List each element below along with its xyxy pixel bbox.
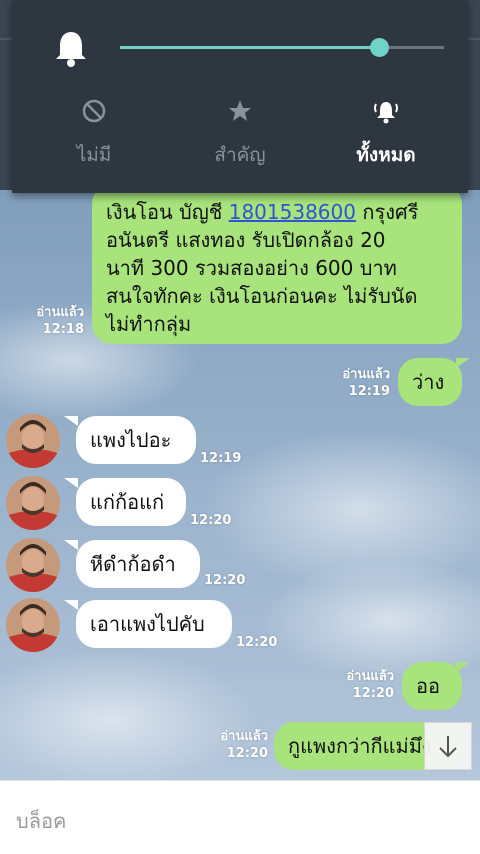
- volume-slider-thumb[interactable]: [370, 38, 390, 57]
- bubble-tail: [64, 540, 78, 550]
- scroll-to-bottom-button[interactable]: [424, 722, 472, 770]
- mode-all-button[interactable]: ทั้งหมด: [316, 98, 456, 170]
- message-meta: อ่านแล้ว 12:19: [326, 366, 390, 400]
- mode-label: สำคัญ: [214, 144, 266, 166]
- message-text: แก่ก้อแก่: [90, 490, 165, 514]
- message-bubble-incoming[interactable]: หีดำก้อดำ: [76, 540, 200, 588]
- message-text: หีดำก้อดำ: [90, 552, 176, 576]
- message-text: ว่าง: [412, 370, 445, 394]
- message-bubble-incoming[interactable]: แก่ก้อแก่: [76, 478, 186, 526]
- read-status: อ่านแล้ว: [220, 729, 268, 744]
- message-text: อนันตรี แสงทอง รับเปิดกล้อง 20: [106, 228, 386, 252]
- avatar[interactable]: [6, 476, 60, 530]
- message-time: 12:19: [200, 451, 242, 466]
- volume-slider-fill: [120, 46, 380, 49]
- message-meta: อ่านแล้ว 12:20: [330, 668, 394, 702]
- message-bubble-incoming[interactable]: เอาแพงไปคับ: [76, 600, 232, 648]
- bubble-tail: [64, 416, 78, 426]
- message-time: 12:20: [204, 573, 246, 588]
- notification-sound-panel: ไม่มี สำคัญ ทั้งหมด: [12, 0, 468, 193]
- message-time: 12:20: [352, 686, 394, 701]
- message-text: เงินโอน บัญชี: [106, 200, 229, 224]
- read-status: อ่านแล้ว: [342, 367, 390, 382]
- message-bubble-incoming[interactable]: แพงไปอะ: [76, 416, 196, 464]
- message-meta: อ่านแล้ว 12:18: [20, 304, 84, 338]
- bubble-tail: [64, 478, 78, 488]
- message-text: แพงไปอะ: [90, 428, 172, 452]
- message-bubble-outgoing[interactable]: เงินโอน บัญชี 1801538600 กรุงศรี อนันตรี…: [92, 184, 462, 344]
- message-bubble-outgoing[interactable]: ว่าง: [398, 358, 462, 406]
- message-time: 12:20: [226, 746, 268, 761]
- volume-slider[interactable]: [120, 38, 444, 57]
- message-bubble-outgoing[interactable]: ออ: [402, 662, 462, 710]
- read-status: อ่านแล้ว: [36, 305, 84, 320]
- mode-label: ทั้งหมด: [356, 144, 416, 166]
- message-time: 12:19: [348, 384, 390, 399]
- message-time: 12:20: [236, 635, 278, 650]
- message-meta: อ่านแล้ว 12:20: [204, 728, 268, 762]
- message-time: 12:20: [190, 513, 232, 528]
- read-status: อ่านแล้ว: [346, 669, 394, 684]
- block-button[interactable]: บล็อค: [16, 805, 66, 837]
- bottom-bar: บล็อค: [0, 780, 480, 854]
- message-text: เอาแพงไปคับ: [90, 612, 205, 636]
- bubble-tail: [456, 662, 470, 672]
- bubble-tail: [456, 358, 470, 368]
- mode-important-button[interactable]: สำคัญ: [170, 98, 310, 170]
- account-number-link[interactable]: 1801538600: [229, 200, 356, 224]
- mode-label: ไม่มี: [76, 144, 112, 166]
- no-sound-icon: [81, 98, 107, 124]
- message-text: ออ: [416, 674, 441, 698]
- star-icon: [227, 98, 253, 124]
- avatar[interactable]: [6, 598, 60, 652]
- mode-none-button[interactable]: ไม่มี: [24, 98, 164, 170]
- bell-ringing-icon: [373, 98, 399, 124]
- arrow-down-icon: [439, 736, 457, 758]
- message-text: กูแพงกว่ากีแม่มึง: [288, 734, 432, 758]
- message-time: 12:18: [42, 322, 84, 337]
- message-text: สนใจทักคะ เงินโอนก่อนคะ ไม่รับนัด: [106, 284, 418, 308]
- message-text: นาที 300 รวมสองอย่าง 600 บาท: [106, 256, 397, 280]
- bell-icon[interactable]: [52, 28, 90, 68]
- message-text: กรุงศรี: [362, 200, 419, 224]
- avatar[interactable]: [6, 538, 60, 592]
- avatar[interactable]: [6, 414, 60, 468]
- bubble-tail: [64, 600, 78, 610]
- message-text: ไม่ทำกลุ่ม: [106, 312, 192, 336]
